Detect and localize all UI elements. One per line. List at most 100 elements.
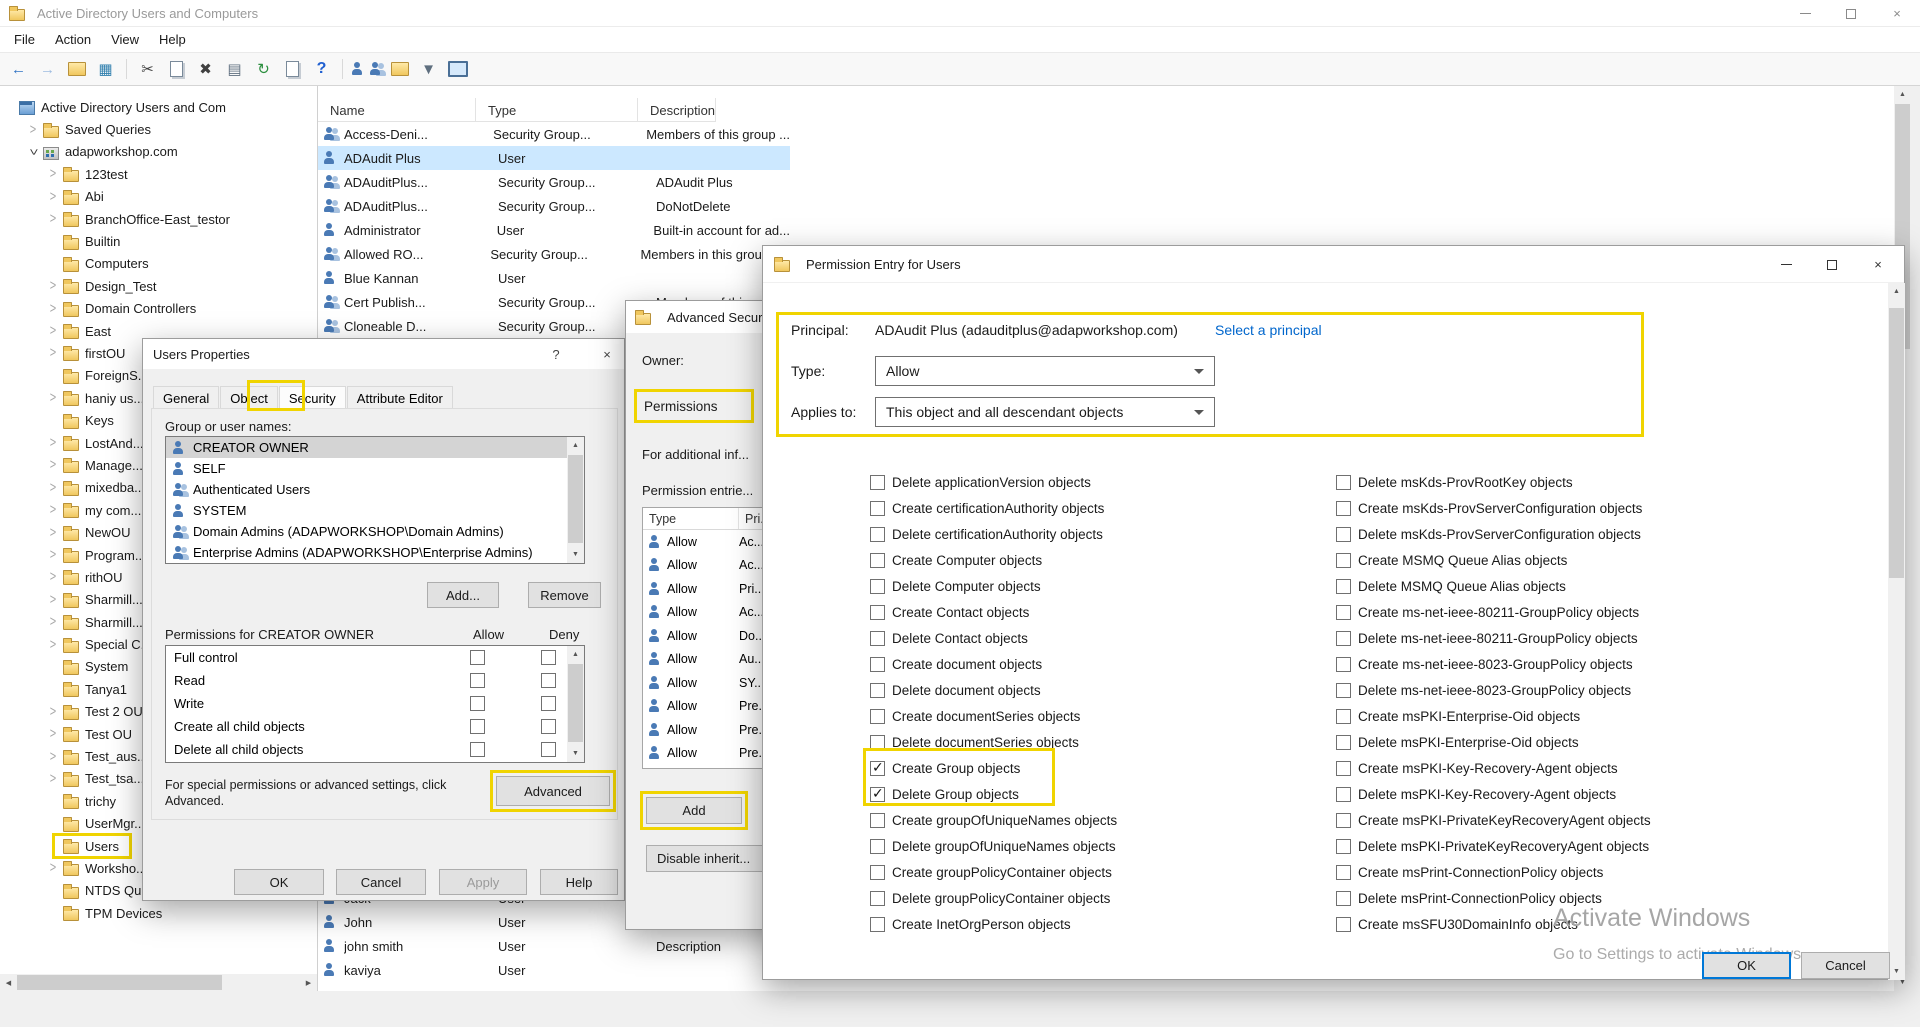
- permission-checkbox[interactable]: [1336, 631, 1351, 646]
- add-button[interactable]: Add: [646, 797, 742, 824]
- list-item[interactable]: ADAudit Plus User: [318, 146, 790, 170]
- chevron-icon[interactable]: [44, 701, 62, 723]
- permission-option[interactable]: Create InetOrgPerson objects: [870, 911, 1117, 937]
- permission-option[interactable]: Delete documentSeries objects: [870, 729, 1117, 755]
- allow-checkbox[interactable]: [470, 742, 485, 757]
- deny-checkbox[interactable]: [541, 650, 556, 665]
- permission-checkbox[interactable]: [1336, 917, 1351, 932]
- menu-item[interactable]: File: [4, 32, 45, 47]
- permission-option[interactable]: Delete msPKI-PrivateKeyRecoveryAgent obj…: [1336, 833, 1651, 859]
- tree-horizontal-scrollbar[interactable]: ◀ ▶: [0, 974, 317, 991]
- principal-item[interactable]: CREATOR OWNER: [166, 437, 584, 458]
- chevron-icon[interactable]: [44, 231, 62, 253]
- tab-permissions[interactable]: Permissions: [644, 399, 718, 414]
- scroll-thumb[interactable]: [568, 664, 583, 742]
- cancel-button[interactable]: Cancel: [336, 869, 426, 895]
- list-item[interactable]: Allowed RO... Security Group... Members …: [318, 242, 790, 266]
- copy-icon[interactable]: [163, 57, 190, 82]
- new-group-icon[interactable]: [368, 62, 384, 77]
- list-item[interactable]: Blue Kannan User: [318, 266, 790, 290]
- computer-icon[interactable]: [444, 57, 471, 82]
- chevron-icon[interactable]: [44, 566, 62, 588]
- menu-item[interactable]: Help: [149, 32, 196, 47]
- scroll-up-icon[interactable]: ▲: [1888, 283, 1905, 300]
- menu-item[interactable]: Action: [45, 32, 101, 47]
- permission-option[interactable]: Create Computer objects: [870, 547, 1117, 573]
- chevron-icon[interactable]: [44, 410, 62, 432]
- permission-row[interactable]: Delete all child objects: [166, 738, 584, 761]
- permission-option[interactable]: Delete certificationAuthority objects: [870, 521, 1117, 547]
- permission-option[interactable]: Delete msKds-ProvServerConfiguration obj…: [1336, 521, 1651, 547]
- delete-icon[interactable]: ✖: [192, 57, 219, 82]
- permission-option[interactable]: Delete document objects: [870, 677, 1117, 703]
- allow-checkbox[interactable]: [470, 719, 485, 734]
- permission-checkbox[interactable]: [870, 917, 885, 932]
- allow-checkbox[interactable]: [470, 696, 485, 711]
- permission-checkbox[interactable]: [870, 527, 885, 542]
- permission-checkbox[interactable]: [870, 579, 885, 594]
- close-button[interactable]: ×: [591, 339, 623, 369]
- permission-option[interactable]: Create msPrint-ConnectionPolicy objects: [1336, 859, 1651, 885]
- remove-button[interactable]: Remove: [528, 582, 601, 608]
- deny-checkbox[interactable]: [541, 673, 556, 688]
- chevron-icon[interactable]: [44, 634, 62, 656]
- filter-icon[interactable]: ▼: [415, 57, 442, 82]
- principal-item[interactable]: Enterprise Admins (ADAPWORKSHOP\Enterpri…: [166, 542, 584, 563]
- permission-row[interactable]: Create all child objects: [166, 715, 584, 738]
- tree-item[interactable]: Abi: [0, 186, 317, 208]
- permission-checkbox[interactable]: [1336, 475, 1351, 490]
- permission-option[interactable]: Delete groupPolicyContainer objects: [870, 885, 1117, 911]
- scroll-thumb[interactable]: [1889, 308, 1904, 578]
- chevron-icon[interactable]: [44, 790, 62, 812]
- permission-checkbox[interactable]: [1336, 579, 1351, 594]
- permission-option[interactable]: Create msKds-ProvServerConfiguration obj…: [1336, 495, 1651, 521]
- chevron-icon[interactable]: [44, 902, 62, 924]
- chevron-icon[interactable]: [44, 253, 62, 275]
- permission-checkbox[interactable]: [1336, 813, 1351, 828]
- permission-option[interactable]: Create msPKI-Enterprise-Oid objects: [1336, 703, 1651, 729]
- tree-item[interactable]: TPM Devices: [0, 902, 317, 924]
- ok-button[interactable]: OK: [1702, 952, 1791, 979]
- column-header[interactable]: Name: [318, 98, 476, 122]
- permission-option[interactable]: Create Group objects: [870, 755, 1117, 781]
- close-button[interactable]: ×: [1874, 0, 1920, 27]
- cancel-button[interactable]: Cancel: [1801, 952, 1890, 979]
- scroll-right-icon[interactable]: ▶: [300, 974, 317, 991]
- type-column-header[interactable]: Type: [643, 508, 739, 529]
- help-button[interactable]: ?: [541, 339, 571, 369]
- refresh-icon[interactable]: ↻: [250, 57, 277, 82]
- permission-checkbox[interactable]: [870, 657, 885, 672]
- add-button[interactable]: Add...: [427, 582, 499, 608]
- permission-checkbox[interactable]: [870, 839, 885, 854]
- permission-checkbox[interactable]: [1336, 683, 1351, 698]
- chevron-icon[interactable]: [44, 678, 62, 700]
- scroll-up-icon[interactable]: ▲: [567, 437, 584, 454]
- permission-checkbox[interactable]: [1336, 761, 1351, 776]
- permissions-listbox[interactable]: Full control Read Write Creat: [165, 645, 585, 763]
- list-item[interactable]: Access-Deni... Security Group... Members…: [318, 122, 790, 146]
- permission-checkbox[interactable]: [870, 891, 885, 906]
- permission-checkbox[interactable]: [1336, 605, 1351, 620]
- dialog-title-bar[interactable]: Users Properties ? ×: [143, 339, 624, 369]
- permission-checkbox[interactable]: [1336, 787, 1351, 802]
- tree-item[interactable]: Builtin: [0, 230, 317, 252]
- permission-option[interactable]: Delete MSMQ Queue Alias objects: [1336, 573, 1651, 599]
- permission-checkbox[interactable]: [870, 475, 885, 490]
- tree-item[interactable]: 123test: [0, 163, 317, 185]
- column-header[interactable]: Description: [638, 98, 716, 122]
- permission-option[interactable]: Create document objects: [870, 651, 1117, 677]
- permission-option[interactable]: Delete ms-net-ieee-8023-GroupPolicy obje…: [1336, 677, 1651, 703]
- type-dropdown[interactable]: Allow: [875, 356, 1215, 386]
- permission-checkbox[interactable]: [870, 813, 885, 828]
- ok-button[interactable]: OK: [234, 869, 324, 895]
- chevron-icon[interactable]: [44, 880, 62, 902]
- main-title-bar[interactable]: Active Directory Users and Computers ×: [0, 0, 1920, 27]
- scroll-down-icon[interactable]: ▼: [567, 745, 584, 762]
- permission-option[interactable]: Delete Contact objects: [870, 625, 1117, 651]
- chevron-icon[interactable]: [44, 163, 62, 185]
- permission-option[interactable]: Create groupOfUniqueNames objects: [870, 807, 1117, 833]
- list-item[interactable]: kaviya User: [318, 958, 790, 982]
- permission-checkbox[interactable]: [1336, 839, 1351, 854]
- permission-checkbox[interactable]: [870, 501, 885, 516]
- permission-option[interactable]: Delete applicationVersion objects: [870, 469, 1117, 495]
